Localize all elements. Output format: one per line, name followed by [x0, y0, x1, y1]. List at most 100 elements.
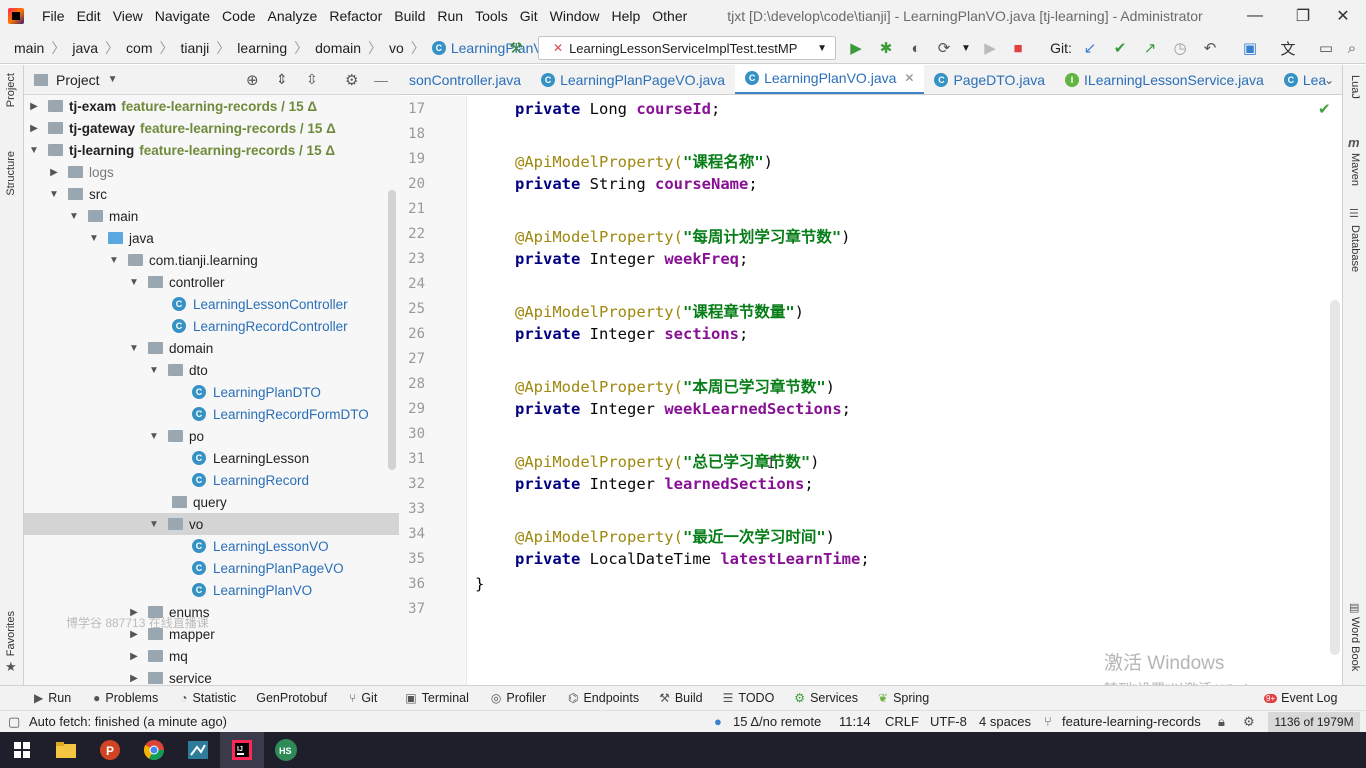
screenshot-tool-icon[interactable] [176, 732, 220, 768]
favorites-tool-button[interactable]: Favorites [5, 611, 17, 656]
chevron-down-icon[interactable]: ▼ [956, 38, 976, 58]
tree-item-main[interactable]: ▼ main [24, 205, 399, 227]
todo-tool-button[interactable]: ☰ TODO [723, 691, 775, 705]
tree-item-tj-learning[interactable]: ▼ tj-learning feature-learning-records /… [24, 139, 399, 161]
menu-file[interactable]: File [36, 8, 71, 24]
coverage-icon[interactable]: ◐ [906, 38, 926, 58]
event-log-tool-button[interactable]: 9+ Event Log [1264, 691, 1337, 705]
status-message[interactable]: Auto fetch: finished (a minute ago) [29, 714, 227, 729]
rollback-icon[interactable]: ↶ [1200, 38, 1220, 58]
wordbook-tool-button[interactable]: Word Book [1349, 617, 1361, 671]
chevron-right-icon[interactable]: ▶ [48, 167, 60, 178]
chevron-down-icon[interactable]: ▼ [128, 343, 140, 354]
minimize-button[interactable]: — [1232, 0, 1278, 32]
tree-item-java[interactable]: ▼ java [24, 227, 399, 249]
indent-setting[interactable]: 4 spaces [979, 714, 1031, 729]
translate-icon[interactable]: 文 [1278, 38, 1298, 58]
git-push-icon[interactable]: ↗ [1140, 38, 1160, 58]
tree-item-learninglesson[interactable]: C LearningLesson [24, 447, 399, 469]
expand-all-icon[interactable]: ⇕ [276, 71, 288, 88]
terminal-tool-button[interactable]: ▣ Terminal [405, 691, 469, 705]
menu-refactor[interactable]: Refactor [323, 8, 388, 24]
tree-item-learninglessoncontroller[interactable]: C LearningLessonController [24, 293, 399, 315]
breadcrumb-item[interactable]: vo [389, 40, 404, 56]
tab-pagedto[interactable]: C PageDTO.java [924, 65, 1055, 94]
project-tool-button[interactable]: Project [5, 73, 17, 107]
tree-item-controller[interactable]: ▼ controller [24, 271, 399, 293]
chrome-icon[interactable] [132, 732, 176, 768]
chevron-right-icon[interactable]: ▶ [28, 123, 40, 134]
tree-item-learningplandto[interactable]: C LearningPlanDTO [24, 381, 399, 403]
problems-tool-button[interactable]: ● Problems [93, 691, 158, 705]
menu-git[interactable]: Git [514, 8, 544, 24]
tree-item-learningrecord[interactable]: C LearningRecord [24, 469, 399, 491]
windows-start-icon[interactable] [0, 732, 44, 768]
services-tool-button[interactable]: ⚙ Services [794, 691, 858, 705]
project-structure-icon[interactable]: ▣ [1240, 38, 1260, 58]
tab-ilearninglessonservice[interactable]: I ILearningLessonService.java [1055, 65, 1274, 94]
chevron-down-icon[interactable]: ▼ [68, 211, 80, 222]
lock-icon[interactable]: 🔒︎ [1218, 714, 1225, 730]
tree-item-src[interactable]: ▼ src [24, 183, 399, 205]
tabs-overflow-chevron-icon[interactable]: ⌄ [1324, 73, 1334, 87]
hs-app-icon[interactable]: HS [264, 732, 308, 768]
chevron-down-icon[interactable]: ▼ [48, 189, 60, 200]
run-configuration-select[interactable]: ✕ LearningLessonServiceImplTest.testMP ▼ [538, 36, 836, 60]
chevron-down-icon[interactable]: ▼ [128, 277, 140, 288]
tree-item-tj-exam[interactable]: ▶ tj-exam feature-learning-records / 15 … [24, 95, 399, 117]
build-hammer-icon[interactable]: ⚒ [506, 38, 526, 58]
menu-tools[interactable]: Tools [469, 8, 514, 24]
run-tool-button[interactable]: ▶ Run [34, 691, 71, 705]
tree-item-vo[interactable]: ▼ vo [24, 513, 399, 535]
breadcrumb-item[interactable]: domain [315, 40, 361, 56]
profiler-tool-button[interactable]: ◎ Profiler [491, 691, 546, 705]
breadcrumb-item[interactable]: java [72, 40, 98, 56]
search-icon[interactable]: ⌕ [1342, 38, 1362, 58]
chevron-down-icon[interactable]: ▼ [108, 255, 120, 266]
tree-item-po[interactable]: ▼ po [24, 425, 399, 447]
history-icon[interactable]: ◷ [1170, 38, 1190, 58]
luaj-tool-button[interactable]: LuaJ [1349, 75, 1361, 99]
git-commit-icon[interactable]: ✔ [1110, 38, 1130, 58]
tree-item-query[interactable]: query [24, 491, 399, 513]
git-branch[interactable]: feature-learning-records [1062, 714, 1201, 729]
hide-icon[interactable]: — [374, 72, 388, 88]
git-update-icon[interactable]: ↙ [1080, 38, 1100, 58]
database-tool-button[interactable]: Database [1349, 225, 1361, 272]
code-editor[interactable]: private Long courseId; @ApiModelProperty… [467, 96, 1330, 685]
tree-item-tj-gateway[interactable]: ▶ tj-gateway feature-learning-records / … [24, 117, 399, 139]
tab-learningplanpagevo[interactable]: C LearningPlanPageVO.java [531, 65, 735, 94]
collapse-all-icon[interactable]: ⇳ [306, 71, 318, 88]
menu-navigate[interactable]: Navigate [149, 8, 216, 24]
editor-scrollbar[interactable] [1330, 300, 1340, 655]
resume-icon[interactable]: ▶ [980, 38, 1000, 58]
breadcrumb-current[interactable]: C LearningPlanVO [431, 40, 554, 56]
memory-indicator[interactable]: 1136 of 1979M [1268, 712, 1360, 732]
tree-item-learningplanvo[interactable]: C LearningPlanVO [24, 579, 399, 601]
git-tool-button[interactable]: ⑂ Git [349, 691, 377, 705]
tree-item-learninglessonvo[interactable]: C LearningLessonVO [24, 535, 399, 557]
menu-window[interactable]: Window [544, 8, 606, 24]
tree-item-learningplanpagevo[interactable]: C LearningPlanPageVO [24, 557, 399, 579]
menu-code[interactable]: Code [216, 8, 261, 24]
spring-tool-button[interactable]: ❦ Spring [878, 691, 929, 705]
build-tool-button[interactable]: ⚒ Build [659, 691, 703, 705]
locate-icon[interactable]: ⊕ [246, 71, 259, 89]
menu-analyze[interactable]: Analyze [262, 8, 324, 24]
tree-item-logs[interactable]: ▶ logs [24, 161, 399, 183]
breadcrumb-item[interactable]: learning [237, 40, 287, 56]
menu-build[interactable]: Build [388, 8, 431, 24]
menu-view[interactable]: View [107, 8, 149, 24]
stop-icon[interactable]: ■ [1008, 38, 1028, 58]
line-separator[interactable]: CRLF [885, 714, 919, 729]
chevron-down-icon[interactable]: ▼ [148, 365, 160, 376]
settings-sync-icon[interactable]: ⚙ [1243, 714, 1255, 730]
statistic-tool-button[interactable]: ◔ Statistic [180, 691, 236, 705]
file-explorer-icon[interactable] [44, 732, 88, 768]
run-icon[interactable]: ▶ [846, 38, 866, 58]
status-panel-icon[interactable]: ▢ [8, 714, 20, 730]
layout-icon[interactable]: ▭ [1316, 38, 1336, 58]
chevron-right-icon[interactable]: ▶ [128, 673, 140, 684]
genprotobuf-tool-button[interactable]: GenProtobuf [256, 691, 327, 705]
vcs-status[interactable]: 15 Δ/no remote [733, 714, 821, 729]
